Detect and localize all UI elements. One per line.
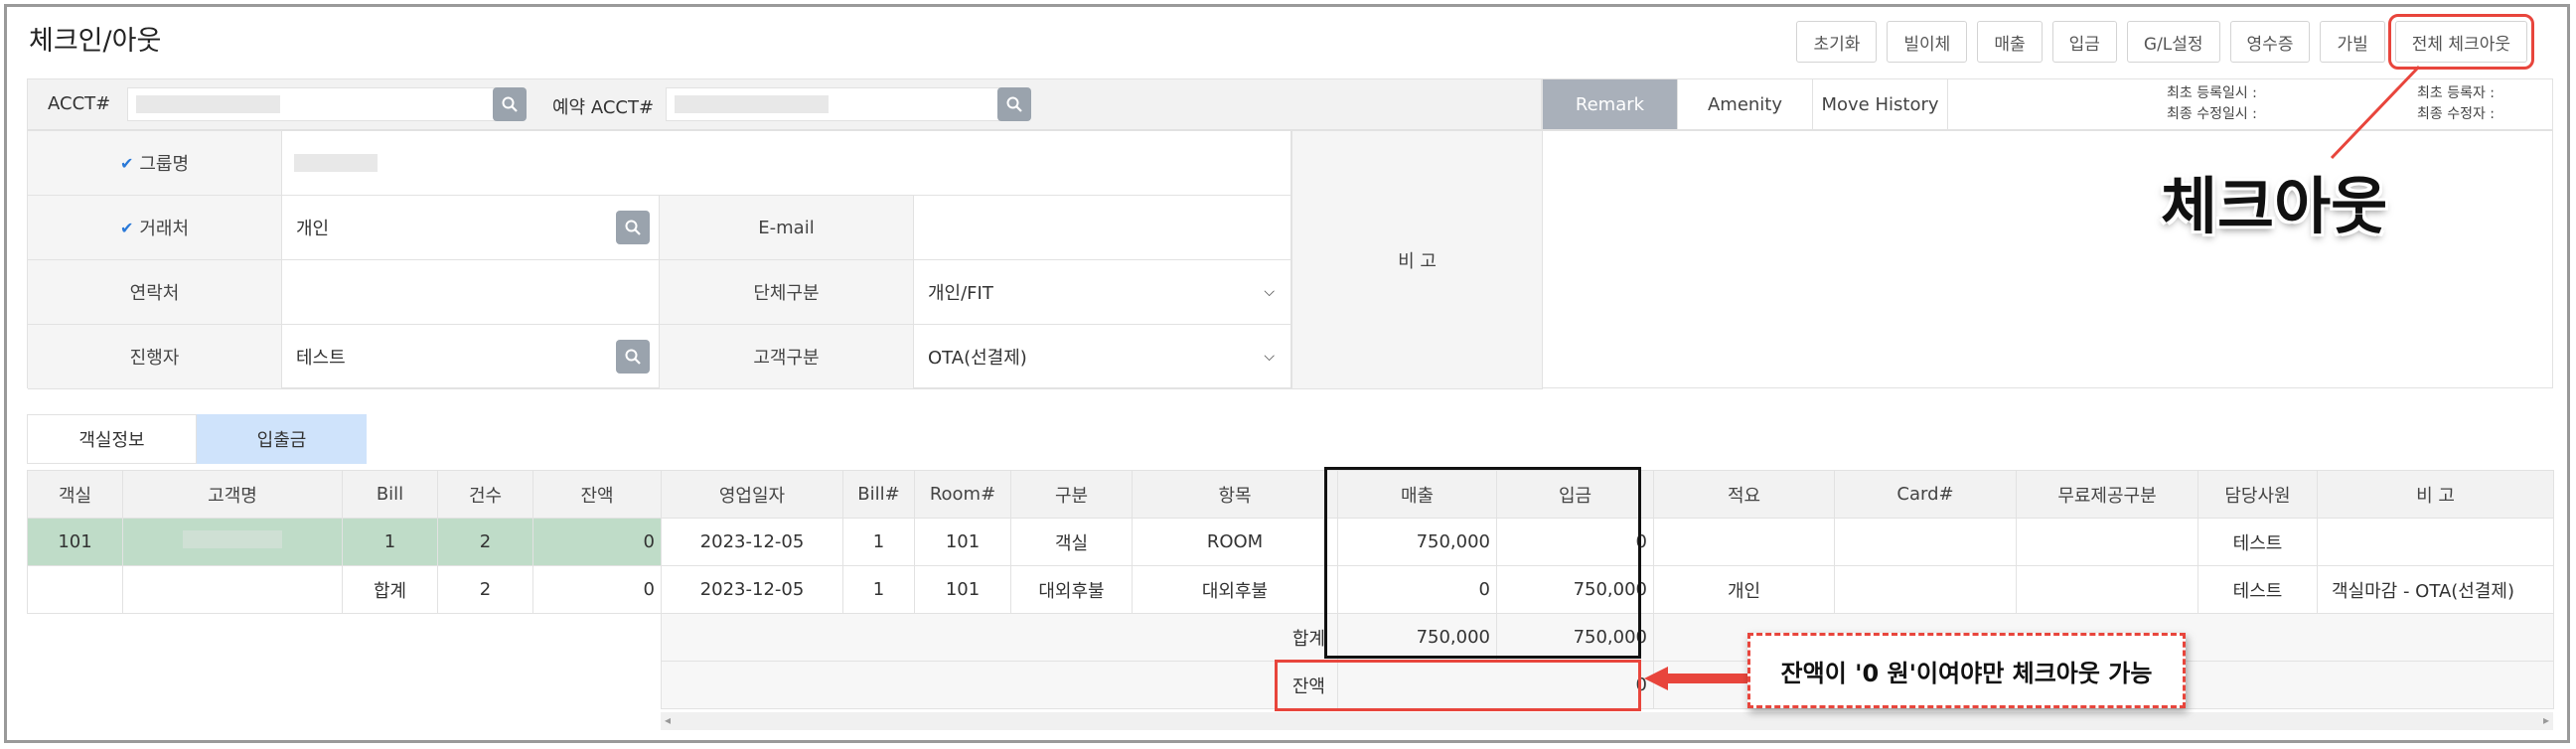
checkout-annotation: 체크아웃: [2161, 170, 2388, 242]
balance-arrow-shaft: [1666, 674, 1747, 683]
window: 체크인/아웃 초기화 빌이체 매출 입금 G/L설정 영수증 가빌 전체 체크아…: [4, 4, 2570, 743]
checkout-arrow-line: [2330, 65, 2421, 160]
balance-arrow-head: [1644, 667, 1668, 690]
annotation-arrows: [1644, 65, 2421, 690]
balance-note-callout: 잔액이 '0 원'이여야만 체크아웃 가능: [1747, 633, 2186, 708]
